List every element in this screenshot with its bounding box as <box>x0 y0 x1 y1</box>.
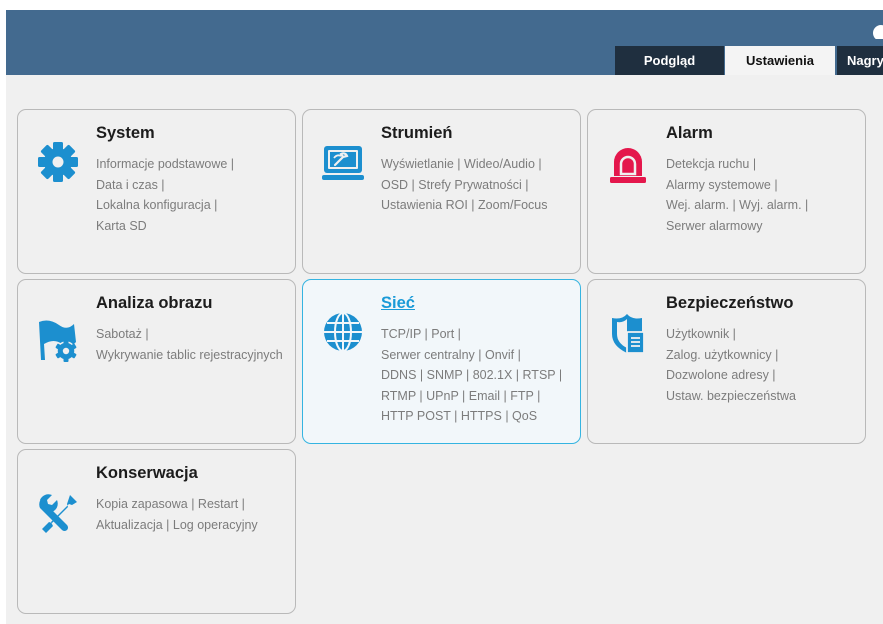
link-line[interactable]: Ustaw. bezpieczeństwa <box>666 386 796 407</box>
link-line[interactable]: Kopia zapasowa | Restart | <box>96 494 258 515</box>
card-links: TCP/IP | Port | Serwer centralny | Onvif… <box>381 324 562 427</box>
link-line[interactable]: Wej. alarm. | Wyj. alarm. | <box>666 195 808 216</box>
card-title[interactable]: System <box>96 124 155 143</box>
link-line[interactable]: Wykrywanie tablic rejestracyjnych <box>96 345 283 366</box>
card-title[interactable]: Konserwacja <box>96 464 198 483</box>
alarm-siren-icon <box>606 142 650 186</box>
link-line[interactable]: RTMP | UPnP | Email | FTP | <box>381 386 562 407</box>
link-line[interactable]: Użytkownik | <box>666 324 796 345</box>
settings-card-stream[interactable]: Strumień Wyświetlanie | Wideo/Audio | OS… <box>302 109 581 274</box>
link-line[interactable]: TCP/IP | Port | <box>381 324 562 345</box>
link-line[interactable]: Detekcja ruchu | <box>666 154 808 175</box>
link-line[interactable]: Karta SD <box>96 216 234 237</box>
link-line[interactable]: Serwer centralny | Onvif | <box>381 345 562 366</box>
tab-preview[interactable]: Podgląd <box>615 46 724 75</box>
card-title[interactable]: Sieć <box>381 294 415 313</box>
card-title[interactable]: Alarm <box>666 124 713 143</box>
globe-icon <box>321 310 365 354</box>
link-line[interactable]: Alarmy systemowe | <box>666 175 808 196</box>
card-links: Kopia zapasowa | Restart | Aktualizacja … <box>96 494 258 535</box>
settings-card-security[interactable]: Bezpieczeństwo Użytkownik | Zalog. użytk… <box>587 279 866 444</box>
card-links: Sabotaż | Wykrywanie tablic rejestracyjn… <box>96 324 283 365</box>
user-icon[interactable] <box>873 23 883 39</box>
link-line[interactable]: HTTP POST | HTTPS | QoS <box>381 406 562 427</box>
gear-icon <box>36 140 80 184</box>
settings-card-maintenance[interactable]: Konserwacja Kopia zapasowa | Restart | A… <box>17 449 296 614</box>
monitor-icon <box>321 140 365 184</box>
link-line[interactable]: Serwer alarmowy <box>666 216 808 237</box>
link-line[interactable]: Zalog. użytkownicy | <box>666 345 796 366</box>
settings-card-system[interactable]: System Informacje podstawowe | Data i cz… <box>17 109 296 274</box>
link-line[interactable]: Ustawienia ROI | Zoom/Focus <box>381 195 548 216</box>
card-links: Użytkownik | Zalog. użytkownicy | Dozwol… <box>666 324 796 406</box>
card-title[interactable]: Analiza obrazu <box>96 294 212 313</box>
settings-card-image-analysis[interactable]: Analiza obrazu Sabotaż | Wykrywanie tabl… <box>17 279 296 444</box>
tab-playback[interactable]: Nagrywanie <box>837 46 883 75</box>
link-line[interactable]: OSD | Strefy Prywatności | <box>381 175 548 196</box>
link-line[interactable]: Sabotaż | <box>96 324 283 345</box>
card-links: Detekcja ruchu | Alarmy systemowe | Wej.… <box>666 154 808 236</box>
link-line[interactable]: Data i czas | <box>96 175 234 196</box>
wrench-screwdriver-icon <box>36 492 80 536</box>
settings-card-network[interactable]: Sieć TCP/IP | Port | Serwer centralny | … <box>302 279 581 444</box>
shield-document-icon <box>606 312 650 356</box>
card-links: Wyświetlanie | Wideo/Audio | OSD | Stref… <box>381 154 548 216</box>
card-title[interactable]: Strumień <box>381 124 453 143</box>
settings-card-alarm[interactable]: Alarm Detekcja ruchu | Alarmy systemowe … <box>587 109 866 274</box>
tab-settings[interactable]: Ustawienia <box>725 46 835 75</box>
link-line[interactable]: DDNS | SNMP | 802.1X | RTSP | <box>381 365 562 386</box>
card-title[interactable]: Bezpieczeństwo <box>666 294 793 313</box>
link-line[interactable]: Dozwolone adresy | <box>666 365 796 386</box>
card-links: Informacje podstawowe | Data i czas | Lo… <box>96 154 234 236</box>
link-line[interactable]: Aktualizacja | Log operacyjny <box>96 515 258 536</box>
link-line[interactable]: Informacje podstawowe | <box>96 154 234 175</box>
link-line[interactable]: Wyświetlanie | Wideo/Audio | <box>381 154 548 175</box>
link-line[interactable]: Lokalna konfiguracja | <box>96 195 234 216</box>
flag-gear-icon <box>36 318 80 362</box>
